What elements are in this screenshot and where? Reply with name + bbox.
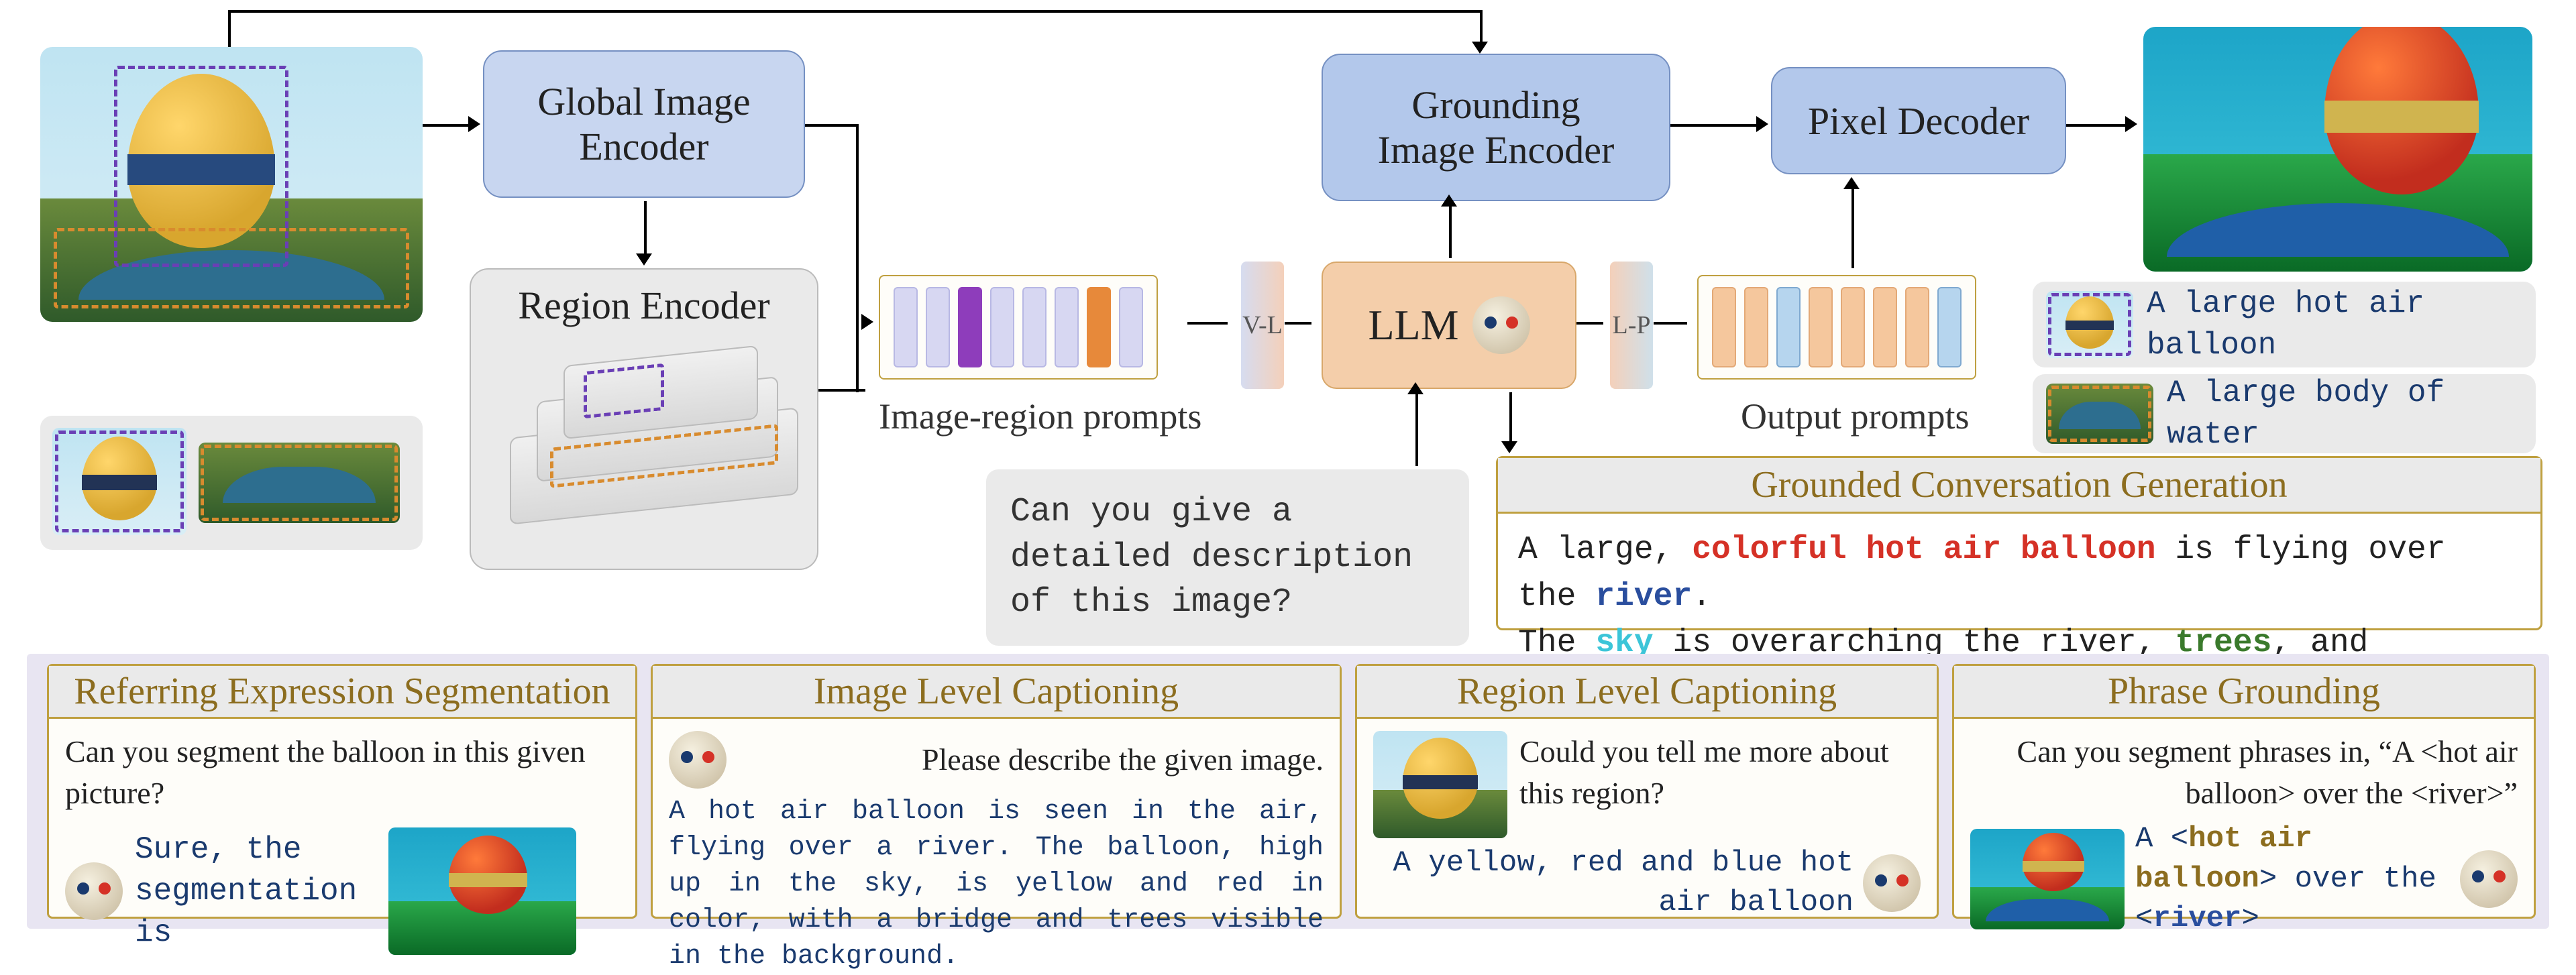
projection-label: L-P (1613, 310, 1651, 340)
module-label: Global Image Encoder (537, 79, 750, 169)
module-label: Grounding Image Encoder (1378, 82, 1615, 172)
region-crops-panel (40, 416, 423, 550)
output-image-segmented (2143, 27, 2532, 272)
task-phrase-grounding: Phrase Grounding Can you segment phrases… (1952, 664, 2536, 919)
task-answer: A yellow, red and blue hot air balloon (1373, 844, 1854, 923)
seg-result-image (388, 827, 576, 955)
output-card-balloon: A large hot air balloon (2033, 282, 2536, 367)
task-title: Referring Expression Segmentation (49, 670, 635, 713)
pixel-decoder-module: Pixel Decoder (1771, 67, 2066, 174)
output-card-text: A large body of water (2167, 372, 2522, 455)
robot-icon (2460, 850, 2518, 908)
phrase-grounding-image (1970, 829, 2125, 929)
grounding-image-encoder-module: Grounding Image Encoder (1322, 54, 1670, 201)
tokens-label: Image-region prompts (879, 396, 1201, 437)
task-title: Phrase Grounding (1954, 670, 2534, 713)
grounded-conversation-panel: Grounded Conversation Generation A large… (1496, 456, 2542, 630)
task-question: Can you segment phrases in, “A <hot air … (1970, 731, 2518, 814)
module-label: LLM (1368, 300, 1458, 350)
input-image (40, 47, 423, 322)
output-card-water: A large body of water (2033, 374, 2536, 453)
task-title: Image Level Captioning (653, 670, 1340, 713)
task-referring-expression-segmentation: Referring Expression Segmentation Can yo… (47, 664, 637, 919)
task-image-level-captioning: Image Level Captioning Please describe t… (651, 664, 1342, 919)
image-region-prompts-tokens (879, 275, 1158, 380)
task-region-level-captioning: Region Level Captioning Could you tell m… (1355, 664, 1939, 919)
task-question: Can you segment the balloon in this give… (65, 731, 619, 814)
feature-pyramid-region-purple (584, 363, 664, 419)
task-answer: Sure, the segmentation is (135, 829, 376, 954)
task-title: Region Level Captioning (1357, 670, 1937, 713)
global-image-encoder-module: Global Image Encoder (483, 50, 805, 198)
task-answer: A hot air balloon is seen in the air, fl… (669, 794, 1324, 975)
v-l-projection: V-L (1241, 262, 1284, 389)
panel-title: Grounded Conversation Generation (1498, 463, 2540, 506)
tokens-label: Output prompts (1741, 396, 1970, 437)
robot-icon (1863, 854, 1921, 912)
task-question: Could you tell me more about this region… (1519, 731, 1921, 838)
module-label: Pixel Decoder (1808, 99, 2029, 144)
output-card-text: A large hot air balloon (2147, 283, 2522, 366)
llm-module: LLM (1322, 262, 1576, 389)
l-p-projection: L-P (1610, 262, 1653, 389)
robot-icon (669, 731, 727, 789)
robot-icon (65, 862, 123, 920)
projection-label: V-L (1242, 310, 1283, 340)
text-prompt-card: Can you give a detailed description of t… (986, 469, 1469, 646)
task-question: Please describe the given image. (737, 739, 1324, 781)
output-prompts-tokens (1697, 275, 1976, 380)
robot-icon (1472, 296, 1530, 354)
module-label: Region Encoder (518, 283, 769, 328)
region-image (1373, 731, 1507, 838)
